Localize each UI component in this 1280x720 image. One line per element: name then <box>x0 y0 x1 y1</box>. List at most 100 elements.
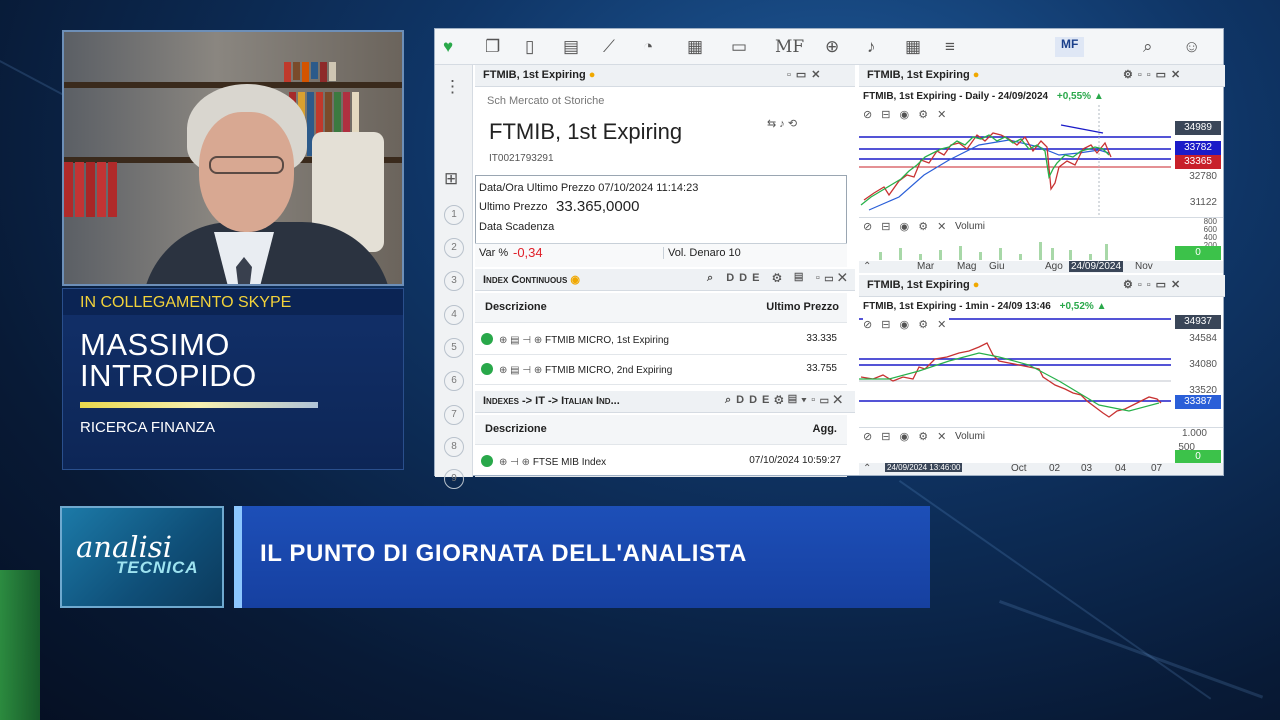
bell-icon[interactable]: ♪ <box>867 37 876 57</box>
plus-icon[interactable] <box>481 455 493 467</box>
intraday-price-svg: Media Mobile <box>859 318 1171 418</box>
logo-word-tecnica: TECNICA <box>116 558 199 577</box>
price-scale-label: 34584 <box>1189 333 1217 344</box>
col-last-price[interactable]: Ultimo Prezzo <box>766 301 839 313</box>
plus-icon[interactable] <box>481 363 493 375</box>
row-tools-icons[interactable]: ⊕ ▤ ⊣ ⊕ <box>499 365 545 376</box>
newspaper-icon[interactable]: ▦ <box>687 37 703 57</box>
segment-headline-bar: IL PUNTO DI GIORNATA DELL'ANALISTA <box>234 506 930 608</box>
intraday-volume-chart[interactable]: ⊘ ⊟ ◉ ⚙ ✕ Volumi 1.000 500 0 <box>859 427 1223 463</box>
pie-chart-icon[interactable]: ◔ <box>643 37 653 57</box>
col-updated[interactable]: Agg. <box>813 423 837 435</box>
main-toolbar: ♥ ❐ ▯ ▤ ⟋ ◔ ▦ ▭ MF ⊕ ♪ ▦ ≡ MF ⌕ ☺ <box>435 29 1223 65</box>
database-icon[interactable]: ≡ <box>945 37 955 57</box>
price-tag: 34989 <box>1175 121 1221 135</box>
intraday-chart-title: FTMIB, 1st Expiring <box>867 279 970 291</box>
sidebar-slot[interactable]: 1 <box>444 205 464 225</box>
toggle-icon[interactable]: ◉ <box>570 274 580 286</box>
chart-tool-icons[interactable]: ⊘ ⊟ ◉ ⚙ ✕ <box>863 318 950 331</box>
up-arrow-icon: ▲ <box>1093 91 1104 102</box>
analisi-tecnica-logo: analisi TECNICA <box>60 506 224 608</box>
status-dot-icon: ● <box>588 69 596 81</box>
window-controls[interactable]: ⚙▫▫▭✕ <box>1123 278 1185 291</box>
row-tools-icons[interactable]: ⊕ ▤ ⊣ ⊕ <box>499 335 545 346</box>
daily-price-svg: Media Mobile <box>859 105 1171 217</box>
quote-tabs[interactable]: Sch Mercato ot Storiche <box>487 95 604 107</box>
volume-tag: 0 <box>1175 450 1221 463</box>
price-tag: 33387 <box>1175 395 1221 409</box>
daily-chart-subtitle: FTMIB, 1st Expiring - Daily - 24/09/2024… <box>863 91 1104 102</box>
row-tools-icons[interactable]: ⊕ ⊣ ⊕ <box>499 457 533 468</box>
row-desc-text: FTMIB MICRO, 1st Expiring <box>545 335 669 346</box>
zoom-in-icon[interactable]: ⊕ <box>825 37 839 57</box>
volume-tag: 0 <box>1175 246 1221 260</box>
plus-icon[interactable] <box>481 333 493 345</box>
var-value: -0,34 <box>513 245 543 260</box>
table-row[interactable]: ⊕ ⊣ ⊕ FTSE MIB Index 07/10/2024 10:59:27 <box>475 447 847 477</box>
price-scale-label: 32780 <box>1189 171 1217 182</box>
sidebar-slot[interactable]: 5 <box>444 338 464 358</box>
panel-tools[interactable]: ⌕DDE⚙▤▾▫▭✕ <box>725 394 847 407</box>
row-updated: 07/10/2024 10:59:27 <box>749 455 841 466</box>
speaker-caption: IN COLLEGAMENTO SKYPE MASSIMO INTROPIDO … <box>62 288 404 470</box>
row-desc-text: FTSE MIB Index <box>532 457 607 468</box>
calendar-icon[interactable]: ▦ <box>905 37 921 57</box>
sidebar-slot[interactable]: 6 <box>444 371 464 391</box>
daily-subtitle-text: FTMIB, 1st Expiring - Daily - 24/09/2024 <box>863 91 1049 102</box>
chart-tool-icons[interactable]: ⊘ ⊟ ◉ ⚙ ✕ <box>863 108 950 121</box>
collapse-icon[interactable]: ⌃ <box>863 261 871 272</box>
heart-pulse-icon[interactable]: ♥ <box>443 37 453 57</box>
daily-volume-chart[interactable]: ⊘ ⊟ ◉ ⚙ ✕ Volumi 800 600 400 200 0 <box>859 217 1223 261</box>
sidebar-slot[interactable]: 9 <box>444 469 464 489</box>
table-header: Descrizione Ultimo Prezzo <box>475 293 847 323</box>
panel-tools[interactable]: ⌕ DDE ⚙ ▤ ▫▭✕ <box>707 272 852 285</box>
speaker-face <box>199 112 294 232</box>
volume-tool-icons[interactable]: ⊘ ⊟ ◉ ⚙ ✕ <box>863 430 949 443</box>
table-row[interactable]: ⊕ ▤ ⊣ ⊕ FTMIB MICRO, 1st Expiring 33.335 <box>475 325 847 355</box>
col-description[interactable]: Descrizione <box>485 301 547 313</box>
window-controls[interactable]: ⚙▫▫▭✕ <box>1123 68 1185 81</box>
quote-panel-header: FTMIB, 1st Expiring ● ▫▭✕ <box>475 65 855 87</box>
mf-icon[interactable]: MF <box>775 37 804 57</box>
col-description[interactable]: Descrizione <box>485 423 547 435</box>
indexes-panel-header: Indexes -> IT -> Italian Ind... ⌕DDE⚙▤▾▫… <box>475 391 855 413</box>
video-icon[interactable]: ▭ <box>731 37 747 57</box>
user-icon[interactable]: ☺ <box>1183 37 1200 57</box>
segment-headline: IL PUNTO DI GIORNATA DELL'ANALISTA <box>260 540 747 567</box>
intraday-subtitle-text: FTMIB, 1st Expiring - 1min - 24/09 13:46 <box>863 301 1051 312</box>
table-row[interactable]: ⊕ ▤ ⊣ ⊕ FTMIB MICRO, 2nd Expiring 33.755 <box>475 355 847 385</box>
glasses <box>209 156 284 174</box>
tree-icon[interactable]: ⋮ <box>444 77 461 97</box>
daily-price-chart[interactable]: Media Mobile ⊘ ⊟ ◉ ⚙ ✕ 34989 33782 33365… <box>859 105 1223 217</box>
row-description: ⊕ ▤ ⊣ ⊕ FTMIB MICRO, 2nd Expiring <box>481 363 672 376</box>
sidebar-slot[interactable]: 2 <box>444 238 464 258</box>
sidebar-slot[interactable]: 8 <box>444 437 464 457</box>
grid-icon[interactable]: ⊞ <box>444 169 458 189</box>
windows-icon[interactable]: ❐ <box>485 37 500 57</box>
last-time-label: Data/Ora Ultimo Prezzo 07/10/2024 11:14:… <box>479 182 699 194</box>
search-icon[interactable]: ⌕ <box>1143 37 1153 57</box>
sidebar-slot[interactable]: 3 <box>444 271 464 291</box>
continuous-panel-title: Index Continuous <box>483 274 568 286</box>
instrument-name: FTMIB, 1st Expiring <box>489 119 683 144</box>
collapse-icon[interactable]: ⌃ <box>863 463 871 474</box>
continuous-panel-header: Index Continuous ◉ ⌕ DDE ⚙ ▤ ▫▭✕ <box>475 269 855 291</box>
sidebar-slot[interactable]: 7 <box>444 405 464 425</box>
background-stripe <box>0 570 40 720</box>
x-label: 07 <box>1151 463 1163 474</box>
x-label: Giu <box>989 261 1005 272</box>
up-arrow-icon: ▲ <box>1096 301 1107 312</box>
briefcase-icon[interactable]: ▤ <box>563 37 579 57</box>
trading-platform-window: ♥ ❐ ▯ ▤ ⟋ ◔ ▦ ▭ MF ⊕ ♪ ▦ ≡ MF ⌕ ☺ ⋮ ⊞ 1 … <box>434 28 1225 489</box>
bookmark-icon[interactable]: ▯ <box>525 37 534 57</box>
line-chart-icon[interactable]: ⟋ <box>603 37 615 57</box>
intraday-price-chart[interactable]: Media Mobile ⊘ ⊟ ◉ ⚙ ✕ 34937 34584 34080… <box>859 315 1223 427</box>
books <box>64 162 117 217</box>
last-price-value: 33.365,0000 <box>556 198 640 215</box>
quote-action-icons[interactable]: ⇆ ♪ ⟲ <box>767 117 797 130</box>
x-label: Nov <box>1135 261 1153 272</box>
sidebar-slot[interactable]: 4 <box>444 305 464 325</box>
daily-volume-svg <box>879 242 1108 260</box>
instrument-isin: IT0021793291 <box>489 153 554 164</box>
window-controls[interactable]: ▫▭✕ <box>787 68 826 81</box>
